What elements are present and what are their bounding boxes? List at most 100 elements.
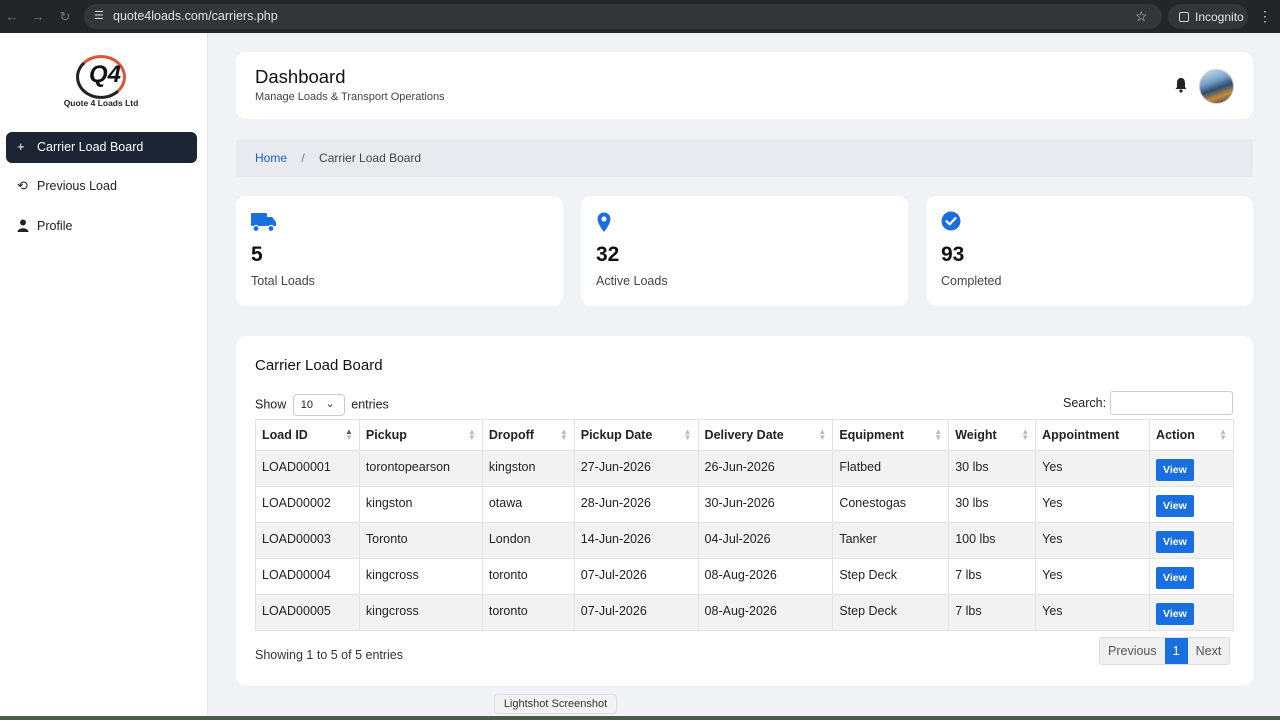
table-cell: 14-Jun-2026	[573, 522, 699, 559]
browser-toolbar: ← → ↻ ☰ quote4loads.com/carriers.php ☆ I…	[0, 0, 1280, 33]
table-cell: LOAD00002	[255, 486, 360, 523]
cell-value: kingston	[365, 496, 413, 510]
table-cell: 07-Jul-2026	[573, 558, 699, 595]
table-cell: kingston	[358, 486, 483, 523]
entries-select[interactable]: 10 ⌄	[292, 394, 345, 416]
table-cell: Step Deck	[832, 558, 950, 595]
table-cell: LOAD00005	[255, 594, 360, 631]
reload-icon[interactable]: ↻	[57, 9, 73, 25]
show-label: Show	[255, 397, 287, 412]
table-cell: Flatbed	[832, 450, 950, 487]
column-header[interactable]: Delivery Date ▲ ▼	[697, 419, 834, 451]
sidebar-item-carrier-load-board[interactable]: + Carrier Load Board	[6, 132, 197, 163]
table-cell: 27-Jun-2026	[573, 450, 699, 487]
table-cell: Yes	[1035, 594, 1151, 631]
incognito-badge[interactable]: Incognito	[1168, 4, 1248, 29]
breadcrumb-separator: /	[301, 151, 305, 165]
table-cell: Yes	[1035, 450, 1151, 487]
next-page-button[interactable]: Next	[1187, 638, 1230, 664]
table-header-row: Load ID ▲ ▼ Pickup ▲ ▼ Dropoff ▲ ▼ Pickup Date ▲ ▼ D…	[255, 419, 1234, 451]
table-cell: View	[1149, 558, 1234, 595]
sidebar-item-profile[interactable]: Profile	[6, 211, 197, 242]
table-cell: London	[481, 522, 575, 559]
previous-page-button[interactable]: Previous	[1100, 638, 1165, 664]
cell-value: 7 lbs	[955, 568, 982, 582]
table-row: LOAD00005 kingcross toronto 07-Jul-2026 08-A…	[255, 594, 1234, 631]
cell-value: 08-Aug-2026	[704, 604, 777, 618]
cell-value: Yes	[1042, 532, 1063, 546]
table-row: LOAD00004 kingcross toronto 07-Jul-2026 08-A…	[255, 558, 1234, 595]
table-row: LOAD00001 torontopearson kingston 27-Jun-20…	[255, 450, 1234, 487]
lightshot-tooltip: Lightshot Screenshot	[494, 694, 617, 714]
table-cell: LOAD00004	[255, 558, 360, 595]
page-title: Dashboard	[255, 66, 346, 87]
cell-value: Conestogas	[839, 496, 907, 510]
cell-value: LOAD00004	[262, 568, 331, 582]
table-cell: LOAD00003	[255, 522, 360, 559]
cell-value: Yes	[1042, 460, 1063, 474]
page-1-button[interactable]: 1	[1164, 638, 1188, 664]
logo-text: Quote 4 Loads Ltd	[63, 98, 139, 108]
table-cell: Yes	[1035, 486, 1151, 523]
address-bar[interactable]: ☰ quote4loads.com/carriers.php ☆	[84, 4, 1162, 29]
bell-icon[interactable]	[1174, 77, 1188, 93]
view-button[interactable]: View	[1156, 459, 1194, 481]
column-header[interactable]: Appointment	[1035, 419, 1151, 451]
view-button[interactable]: View	[1156, 603, 1194, 625]
history-icon: ⟲	[17, 178, 28, 193]
column-header[interactable]: Equipment ▲ ▼	[832, 419, 950, 451]
sidebar-item-label: Carrier Load Board	[37, 140, 144, 154]
browser-menu-icon[interactable]: ⋮	[1258, 8, 1272, 25]
stat-value: 32	[596, 243, 620, 266]
breadcrumb-current: Carrier Load Board	[319, 151, 422, 165]
column-header[interactable]: Dropoff ▲ ▼	[481, 419, 575, 451]
view-button[interactable]: View	[1156, 495, 1194, 517]
breadcrumb-home-link[interactable]: Home	[255, 151, 287, 165]
table-body: LOAD00001 torontopearson kingston 27-Jun-20…	[255, 450, 1234, 631]
view-button[interactable]: View	[1156, 531, 1194, 553]
table-cell: Yes	[1035, 522, 1151, 559]
cell-value: LOAD00005	[262, 604, 331, 618]
table-row: LOAD00003 Toronto London 14-Jun-2026 04-Jul-…	[255, 522, 1234, 559]
column-header-label: Dropoff	[488, 428, 534, 442]
bookmark-star-icon[interactable]: ☆	[1135, 8, 1148, 25]
sort-icon: ▲ ▼	[683, 427, 692, 442]
table-cell: 7 lbs	[948, 594, 1037, 631]
table-cell: Toronto	[358, 522, 483, 559]
table-cell: 30 lbs	[948, 450, 1037, 487]
column-header[interactable]: Pickup ▲ ▼	[358, 419, 483, 451]
column-header[interactable]: Pickup Date ▲ ▼	[573, 419, 699, 451]
column-header[interactable]: Weight ▲ ▼	[948, 419, 1037, 451]
search-label: Search:	[1063, 396, 1107, 410]
column-header[interactable]: Action ▲ ▼	[1149, 419, 1234, 451]
column-header-label: Delivery Date	[704, 428, 784, 442]
sidebar-item-previous-load[interactable]: ⟲ Previous Load	[6, 171, 197, 202]
table-cell: kingcross	[358, 558, 483, 595]
stat-label: Completed	[941, 274, 1002, 288]
table-cell: toronto	[481, 594, 575, 631]
view-button[interactable]: View	[1156, 567, 1194, 589]
map-pin-icon	[597, 212, 611, 232]
url-text: quote4loads.com/carriers.php	[113, 9, 278, 23]
cell-value: kingcross	[365, 568, 419, 582]
cell-value: Step Deck	[839, 568, 897, 582]
forward-icon[interactable]: →	[30, 9, 46, 25]
stat-value: 5	[251, 243, 263, 266]
site-settings-icon[interactable]: ☰	[94, 9, 108, 23]
table-cell: 08-Aug-2026	[697, 558, 834, 595]
breadcrumb: Home / Carrier Load Board	[236, 139, 1253, 177]
column-header[interactable]: Load ID ▲ ▼	[255, 419, 360, 451]
search-input[interactable]	[1110, 391, 1233, 415]
main-content: Dashboard Manage Loads & Transport Opera…	[208, 33, 1280, 720]
cell-value: London	[488, 532, 531, 546]
sort-icon: ▲ ▼	[559, 427, 568, 442]
stat-card-active-loads: 32 Active Loads	[581, 196, 908, 306]
stat-value: 93	[941, 243, 965, 266]
table-cell: otawa	[481, 486, 575, 523]
truck-icon	[251, 213, 276, 233]
back-icon[interactable]: ←	[4, 9, 20, 25]
column-header-label: Action	[1156, 428, 1195, 442]
avatar[interactable]	[1199, 69, 1234, 104]
table-cell: 04-Jul-2026	[697, 522, 834, 559]
sidebar-item-label: Profile	[37, 219, 73, 233]
